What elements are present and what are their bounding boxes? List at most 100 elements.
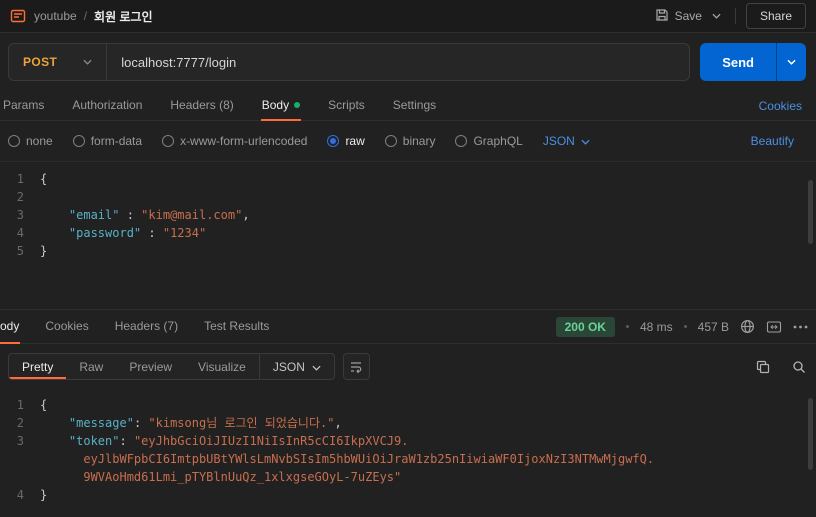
response-tab-body[interactable]: Body (0, 310, 21, 344)
raw-language-label: JSON (542, 134, 575, 148)
http-request-icon (10, 8, 26, 24)
response-panel: Body Cookies Headers (7) Test Results 20… (0, 309, 816, 517)
send-options-chevron-icon[interactable] (776, 43, 806, 81)
search-response-icon[interactable] (792, 360, 806, 374)
code-line: 3 "token": "eyJhbGciOiJIUzI1NiIsInR5cCI6… (0, 432, 816, 450)
body-type-none[interactable]: none (8, 134, 53, 148)
tab-headers[interactable]: Headers (8) (169, 91, 234, 121)
topbar-actions: Save Share (649, 3, 806, 29)
response-language-dropdown[interactable]: JSON (258, 354, 334, 379)
request-editor-scrollbar[interactable] (808, 180, 813, 244)
request-body-editor[interactable]: 1{2 3 "email" : "kim@mail.com", 4 "passwor… (0, 161, 816, 309)
code-text: } (40, 488, 48, 502)
response-tab-headers[interactable]: Headers (7) (114, 310, 179, 344)
response-language-chevron-icon (312, 360, 321, 374)
url-input[interactable]: localhost:7777/login (107, 44, 689, 80)
method-dropdown[interactable]: POST (9, 44, 108, 80)
save-options-chevron-icon[interactable] (708, 9, 725, 23)
view-visualize[interactable]: Visualize (185, 354, 259, 379)
response-size[interactable]: 457 B (698, 320, 729, 334)
line-number: 1 (16, 172, 24, 186)
code-text: "email" : "kim@mail.com", (68, 208, 250, 222)
line-number (0, 450, 40, 468)
network-info-globe-icon[interactable] (740, 319, 755, 334)
code-line: 5} (0, 242, 816, 260)
tab-settings[interactable]: Settings (392, 91, 437, 121)
line-number: 2 (16, 190, 24, 204)
request-tabs: Params Authorization Headers (8) Body Sc… (0, 91, 816, 121)
response-tab-cookies[interactable]: Cookies (44, 310, 89, 344)
status-badge[interactable]: 200 OK (555, 316, 615, 337)
tab-scripts[interactable]: Scripts (327, 91, 366, 121)
beautify-link[interactable]: Beautify (751, 134, 808, 148)
url-box: POST localhost:7777/login (8, 43, 691, 81)
line-number: 3 (16, 434, 24, 448)
tab-params[interactable]: Params (2, 91, 45, 121)
response-more-options-icon[interactable] (793, 325, 808, 329)
body-type-form-data[interactable]: form-data (72, 134, 142, 148)
response-time[interactable]: 48 ms (640, 320, 673, 334)
code-text: { (40, 172, 48, 186)
line-number: 3 (16, 208, 24, 222)
line-number: 2 (16, 416, 24, 430)
response-toolbar: Pretty Raw Preview Visualize JSON (0, 344, 816, 388)
request-bar: POST localhost:7777/login Send (0, 33, 816, 91)
breadcrumb-collection[interactable]: youtube (34, 9, 77, 23)
line-number: 4 (16, 226, 24, 240)
body-type-raw[interactable]: raw (327, 134, 365, 148)
body-type-urlencoded[interactable]: x-www-form-urlencoded (162, 134, 307, 148)
code-text: "token": "eyJhbGciOiJIUzI1NiIsInR5cCI6Ik… (68, 434, 409, 448)
topbar: youtube / 회원 로그인 Save Share (0, 0, 816, 33)
raw-language-dropdown[interactable]: JSON (543, 134, 590, 148)
code-line: 2 (0, 188, 816, 206)
response-body-actions (756, 360, 806, 374)
save-response-icon[interactable] (766, 320, 782, 334)
view-pretty[interactable]: Pretty (9, 354, 66, 379)
body-type-options: none form-data x-www-form-urlencoded raw… (0, 121, 816, 161)
topbar-divider (734, 8, 736, 24)
view-raw[interactable]: Raw (66, 354, 116, 379)
code-text: } (40, 244, 48, 258)
breadcrumb: youtube / 회원 로그인 (34, 8, 153, 25)
body-type-graphql[interactable]: GraphQL (455, 134, 523, 148)
response-tab-test-results[interactable]: Test Results (203, 310, 270, 344)
radio-icon (72, 135, 85, 147)
send-split-button: Send (700, 43, 806, 81)
save-button-label: Save (674, 9, 702, 23)
share-button[interactable]: Share (745, 3, 806, 29)
line-number: 4 (16, 488, 24, 502)
radio-icon (455, 135, 468, 147)
language-chevron-icon (581, 134, 590, 148)
response-tabs: Body Cookies Headers (7) Test Results 20… (0, 310, 816, 344)
response-editor-scrollbar[interactable] (808, 398, 813, 470)
response-view-switcher: Pretty Raw Preview Visualize JSON (8, 353, 335, 380)
cookies-link[interactable]: Cookies (759, 99, 802, 113)
tab-authorization[interactable]: Authorization (71, 91, 143, 121)
code-line: 3 "email" : "kim@mail.com", (0, 206, 816, 224)
save-button[interactable]: Save (649, 4, 708, 29)
view-preview[interactable]: Preview (116, 354, 185, 379)
code-line: 1{ (0, 170, 816, 188)
code-text: { (40, 398, 48, 412)
save-icon (655, 8, 669, 25)
tab-body[interactable]: Body (260, 91, 302, 121)
line-number: 5 (16, 244, 24, 258)
breadcrumb-request-name[interactable]: 회원 로그인 (94, 8, 153, 25)
send-button[interactable]: Send (700, 43, 776, 81)
code-text: "message": "kimsong님 로그인 되었습니다.", (68, 416, 342, 430)
line-number: 1 (16, 398, 24, 412)
response-body-editor[interactable]: 1{2 "message": "kimsong님 로그인 되었습니다.", 3 "… (0, 388, 816, 517)
method-chevron-icon (83, 59, 92, 65)
cookies-link-wrap: Cookies (759, 91, 814, 120)
code-text: "password" : "1234" (68, 226, 207, 240)
response-language-label: JSON (272, 359, 305, 374)
meta-separator-dot (683, 325, 687, 328)
radio-icon (8, 135, 20, 147)
line-number (0, 468, 40, 486)
code-line: 1{ (0, 396, 816, 414)
radio-icon (162, 135, 175, 147)
copy-response-icon[interactable] (756, 360, 770, 374)
code-line: 2 "message": "kimsong님 로그인 되었습니다.", (0, 414, 816, 432)
wrap-text-icon[interactable] (342, 353, 370, 380)
body-type-binary[interactable]: binary (384, 134, 435, 148)
